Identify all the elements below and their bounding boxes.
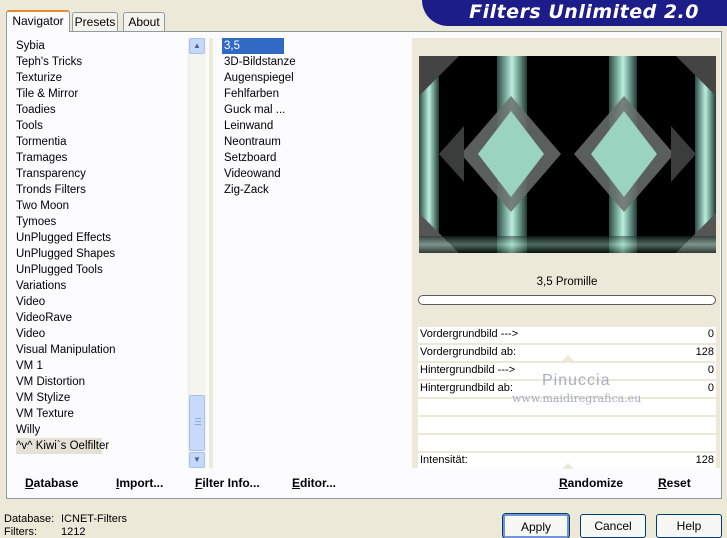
param-value: 0 [707,328,714,340]
filter-item[interactable]: Guck mal ... [222,102,402,118]
category-list[interactable]: Sybia Teph's Tricks Texturize Tile & Mir… [16,38,188,454]
param-value: 0 [707,364,714,376]
filter-item[interactable]: Neontraum [222,134,402,150]
cancel-button[interactable]: Cancel [580,514,646,538]
category-item[interactable]: Teph's Tricks [16,54,188,70]
filter-item[interactable]: Augenspiegel [222,70,402,86]
watermark-url: www.maidiregrafica.eu [512,392,642,405]
category-item[interactable]: Tronds Filters [16,182,188,198]
filter-item[interactable]: Setzboard [222,150,402,166]
slider-vordergrundbild-ab[interactable]: Vordergrundbild ab: 128 [418,344,716,361]
filter-list[interactable]: 3,5 Promille 3D-Bildstanze Augenspiegel … [222,38,402,198]
filter-item-selected[interactable]: 3,5 Promille [222,38,284,68]
category-item[interactable]: Sybia [16,38,188,54]
category-item[interactable]: Transparency [16,166,188,182]
category-item[interactable]: VM 1 [16,358,188,374]
app-banner: Filters Unlimited 2.0 [422,0,727,26]
category-item[interactable]: VM Stylize [16,390,188,406]
category-item[interactable]: Two Moon [16,198,188,214]
param-label: Vordergrundbild ---> [420,328,519,340]
chevron-down-icon[interactable]: ▼ [189,452,205,468]
category-item[interactable]: Tools [16,118,188,134]
param-value: 128 [695,346,714,358]
app-title: Filters Unlimited 2.0 [469,1,699,23]
watermark-name: Pinuccia [542,372,611,389]
category-item[interactable]: Tymoes [16,214,188,230]
category-item[interactable]: VM Distortion [16,374,188,390]
filter-item[interactable]: Fehlfarben [222,86,402,102]
tab-navigator[interactable]: Navigator [6,10,70,32]
preview-filter-name: 3,5 Promille [536,276,598,288]
scrollbar-thumb[interactable] [189,395,205,451]
editor-button[interactable]: Editor... [292,476,336,490]
tab-presets[interactable]: Presets [72,12,118,31]
tab-about[interactable]: About [123,12,165,31]
category-item[interactable]: Texturize [16,70,188,86]
category-item[interactable]: UnPlugged Tools [16,262,188,278]
filter-item[interactable]: Zig-Zack [222,182,402,198]
filter-item[interactable]: Videowand [222,166,402,182]
param-value: 128 [695,454,714,466]
category-item[interactable]: Willy [16,422,188,438]
category-item[interactable]: VideoRave [16,310,188,326]
progress-bar [418,295,716,305]
param-value: 0 [707,382,714,394]
slider-empty[interactable] [418,434,716,451]
category-item[interactable]: Tile & Mirror [16,86,188,102]
category-item[interactable]: VM Texture [16,406,188,422]
category-item-selected[interactable]: ^v^ Kiwi`s Oelfilter [16,438,109,454]
slider-thumb-icon[interactable] [562,355,574,361]
category-item[interactable]: Video [16,326,188,342]
param-label: Intensität: [420,454,468,466]
filters-count-value: 1212 [61,526,86,538]
database-label: Database: [4,513,55,525]
import-button[interactable]: Import... [116,476,163,490]
chevron-up-icon[interactable]: ▲ [189,38,205,54]
filter-info-button[interactable]: Filter Info... [195,476,260,490]
param-label: Vordergrundbild ab: [420,346,517,358]
category-item[interactable]: Tormentia [16,134,188,150]
category-item[interactable]: UnPlugged Effects [16,230,188,246]
category-item[interactable]: Toadies [16,102,188,118]
category-scrollbar[interactable]: ▲ ▼ [188,38,206,468]
category-item[interactable]: Variations [16,278,188,294]
help-button[interactable]: Help [656,514,722,538]
category-item[interactable]: Video [16,294,188,310]
apply-button[interactable]: Apply [502,513,570,538]
param-label: Hintergrundbild ab: [420,382,513,394]
preview-image [419,56,716,253]
category-item[interactable]: Tramages [16,150,188,166]
slider-thumb-icon[interactable] [562,463,574,469]
database-button[interactable]: Database [25,476,78,490]
category-item[interactable]: UnPlugged Shapes [16,246,188,262]
pane-divider [209,38,213,468]
database-value: ICNET-Filters [61,513,127,525]
reset-button[interactable]: Reset [658,476,691,490]
filter-item[interactable]: 3D-Bildstanze [222,54,402,70]
category-item[interactable]: Visual Manipulation [16,342,188,358]
filter-item[interactable]: Leinwand [222,118,402,134]
slider-vordergrundbild[interactable]: Vordergrundbild ---> 0 [418,326,716,343]
filters-count-label: Filters: [4,526,37,538]
param-label: Hintergrundbild ---> [420,364,516,376]
slider-empty[interactable] [418,416,716,433]
slider-intensitaet[interactable]: Intensität: 128 [418,452,716,469]
randomize-button[interactable]: Randomize [559,476,623,490]
